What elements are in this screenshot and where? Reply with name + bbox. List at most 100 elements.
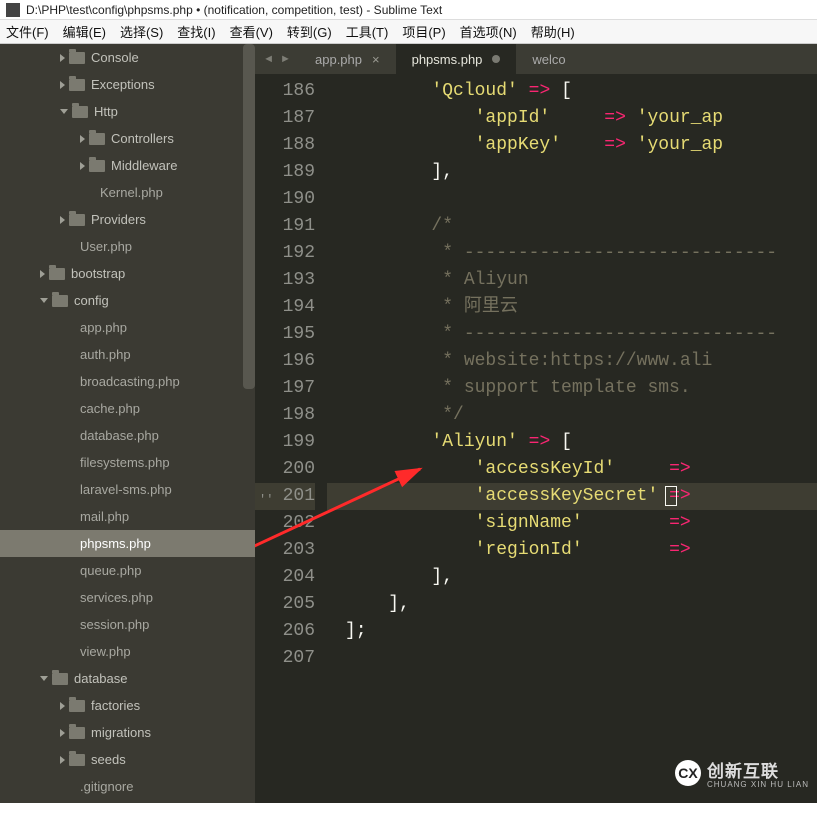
tree-folder[interactable]: Middleware	[0, 152, 255, 179]
code-line[interactable]: * 阿里云	[327, 294, 817, 321]
code-line[interactable]	[327, 186, 817, 213]
disclosure-right-icon[interactable]	[80, 135, 85, 143]
code-body[interactable]: 'Qcloud' => [ 'appId' => 'your_ap 'appKe…	[327, 74, 817, 803]
menu-item[interactable]: 选择(S)	[120, 22, 163, 41]
tree-file[interactable]: phpsms.php	[0, 530, 255, 557]
code-line[interactable]: * Aliyun	[327, 267, 817, 294]
disclosure-right-icon[interactable]	[60, 216, 65, 224]
line-number: 194	[255, 294, 315, 321]
disclosure-right-icon[interactable]	[60, 54, 65, 62]
code-line[interactable]: /*	[327, 213, 817, 240]
disclosure-right-icon[interactable]	[80, 162, 85, 170]
tab-label: app.php	[315, 52, 362, 67]
tree-folder[interactable]: Http	[0, 98, 255, 125]
code-line[interactable]: 'accessKeySecret' =>	[327, 483, 817, 510]
tree-file[interactable]: .gitignore	[0, 773, 255, 800]
code-line[interactable]: * support template sms.	[327, 375, 817, 402]
code-line[interactable]: ],	[327, 591, 817, 618]
tree-label: app.php	[80, 314, 127, 341]
tree-file[interactable]: laravel-sms.php	[0, 476, 255, 503]
token-pad	[345, 324, 431, 344]
token-pad	[345, 108, 475, 128]
tree-folder[interactable]: database	[0, 665, 255, 692]
token-pad	[345, 486, 475, 506]
tab[interactable]: phpsms.php	[396, 44, 517, 74]
menu-item[interactable]: 转到(G)	[287, 22, 332, 41]
disclosure-right-icon[interactable]	[60, 729, 65, 737]
disclosure-down-icon[interactable]	[40, 676, 48, 681]
disclosure-right-icon[interactable]	[60, 81, 65, 89]
tree-folder[interactable]: Exceptions	[0, 71, 255, 98]
code-line[interactable]: * -----------------------------	[327, 240, 817, 267]
code-line[interactable]: ],	[327, 564, 817, 591]
tree-folder[interactable]: Controllers	[0, 125, 255, 152]
code-line[interactable]: * -----------------------------	[327, 321, 817, 348]
tree-file[interactable]: view.php	[0, 638, 255, 665]
disclosure-right-icon[interactable]	[40, 270, 45, 278]
tab[interactable]: welco	[516, 44, 572, 74]
menu-item[interactable]: 查找(I)	[177, 22, 215, 41]
code-line[interactable]: 'Aliyun' => [	[327, 429, 817, 456]
code-line[interactable]: ];	[327, 618, 817, 645]
tree-file[interactable]: broadcasting.php	[0, 368, 255, 395]
code-line[interactable]: 'appKey' => 'your_ap	[327, 132, 817, 159]
tree-file[interactable]: Kernel.php	[0, 179, 255, 206]
tab-nav[interactable]: ◄ ►	[255, 44, 299, 74]
tab[interactable]: app.php ×	[299, 44, 396, 74]
tree-folder[interactable]: Providers	[0, 206, 255, 233]
disclosure-down-icon[interactable]	[60, 109, 68, 114]
line-number: 204	[255, 564, 315, 591]
tree-file[interactable]: app.php	[0, 314, 255, 341]
tree-file[interactable]: session.php	[0, 611, 255, 638]
menu-item[interactable]: 工具(T)	[346, 22, 389, 41]
menu-item[interactable]: 首选项(N)	[460, 22, 517, 41]
tree-folder[interactable]: config	[0, 287, 255, 314]
menu-item[interactable]: 帮助(H)	[531, 22, 575, 41]
tree-folder[interactable]: seeds	[0, 746, 255, 773]
tree-file[interactable]: filesystems.php	[0, 449, 255, 476]
tree-folder[interactable]: Console	[0, 44, 255, 71]
token-op: =>	[669, 513, 691, 533]
tree-folder[interactable]: factories	[0, 692, 255, 719]
close-icon[interactable]: ×	[372, 52, 380, 67]
code-line[interactable]: ],	[327, 159, 817, 186]
tree-file[interactable]: services.php	[0, 584, 255, 611]
tree-file[interactable]: mail.php	[0, 503, 255, 530]
token-pad	[345, 378, 431, 398]
code-line[interactable]	[327, 645, 817, 672]
disclosure-down-icon[interactable]	[40, 298, 48, 303]
token-pun: ],	[388, 594, 410, 614]
tree-file[interactable]: database.php	[0, 422, 255, 449]
sidebar-scrollbar[interactable]	[243, 44, 255, 389]
menu-item[interactable]: 文件(F)	[6, 22, 49, 41]
code-line[interactable]: 'signName' =>	[327, 510, 817, 537]
tree-folder[interactable]: migrations	[0, 719, 255, 746]
tree-file[interactable]: User.php	[0, 233, 255, 260]
menu-item[interactable]: 查看(V)	[230, 22, 273, 41]
code-line[interactable]: 'Qcloud' => [	[327, 78, 817, 105]
line-number: 202	[255, 510, 315, 537]
tree-file[interactable]: queue.php	[0, 557, 255, 584]
menu-item[interactable]: 编辑(E)	[63, 22, 106, 41]
sidebar[interactable]: ConsoleExceptionsHttpControllersMiddlewa…	[0, 44, 255, 803]
tree-folder[interactable]: bootstrap	[0, 260, 255, 287]
sidebar-tree: ConsoleExceptionsHttpControllersMiddlewa…	[0, 44, 255, 800]
tab-next-icon[interactable]: ►	[280, 53, 291, 65]
code-line[interactable]: * website:https://www.ali	[327, 348, 817, 375]
line-number: 192	[255, 240, 315, 267]
tab-prev-icon[interactable]: ◄	[263, 53, 274, 65]
code-editor[interactable]: 1861871881891901911921931941951961971981…	[255, 74, 817, 803]
disclosure-right-icon[interactable]	[60, 702, 65, 710]
cursor-caret	[665, 486, 677, 506]
tree-label: Http	[94, 98, 118, 125]
tree-label: cache.php	[80, 395, 140, 422]
tree-file[interactable]: auth.php	[0, 341, 255, 368]
code-line[interactable]: 'appId' => 'your_ap	[327, 105, 817, 132]
code-line[interactable]: 'regionId' =>	[327, 537, 817, 564]
tree-file[interactable]: cache.php	[0, 395, 255, 422]
menu-item[interactable]: 项目(P)	[402, 22, 445, 41]
disclosure-right-icon[interactable]	[60, 756, 65, 764]
code-line[interactable]: */	[327, 402, 817, 429]
code-line[interactable]: 'accessKeyId' =>	[327, 456, 817, 483]
token-pun: ],	[431, 162, 453, 182]
